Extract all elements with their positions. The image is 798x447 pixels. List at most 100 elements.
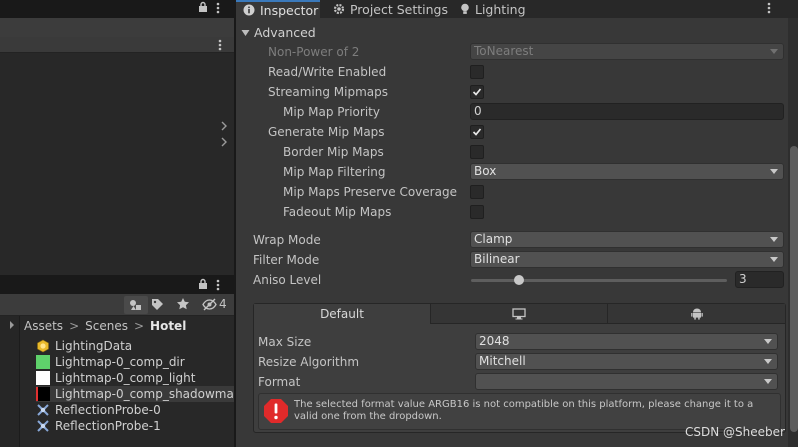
tab-label: Inspector xyxy=(260,2,319,18)
label-filter-icon[interactable] xyxy=(151,298,164,311)
filter-mode-label: Filter Mode xyxy=(253,253,320,267)
chevron-right-icon[interactable] xyxy=(9,321,15,329)
border-mip-maps-checkbox[interactable] xyxy=(470,145,484,159)
mip-map-priority-field[interactable]: 0 xyxy=(470,103,784,120)
tab-label: Lighting xyxy=(475,1,526,17)
section-title[interactable]: Advanced xyxy=(254,25,316,40)
watermark-text: CSDN @Sheeber xyxy=(685,425,785,439)
tab-lighting[interactable]: Lighting xyxy=(460,0,530,18)
info-icon xyxy=(243,4,255,16)
lock-icon[interactable] xyxy=(198,1,208,13)
file-item[interactable]: ReflectionProbe-0 xyxy=(36,402,234,418)
aniso-level-slider-knob[interactable] xyxy=(514,275,524,285)
file-item[interactable]: Lightmap-0_comp_light xyxy=(36,370,234,386)
project-folder-tree xyxy=(0,316,20,447)
warning-message: The selected format value ARGB16 is not … xyxy=(294,399,754,422)
platform-tab-label: Default xyxy=(320,307,364,321)
breadcrumb-item-current[interactable]: Hotel xyxy=(150,319,186,333)
scrollbar-thumb[interactable] xyxy=(790,146,798,432)
file-item-label: LightingData xyxy=(55,339,133,353)
chevron-down-icon xyxy=(770,169,778,174)
monitor-icon xyxy=(512,307,526,319)
reflection-probe-icon xyxy=(37,404,49,416)
generate-mip-maps-label: Generate Mip Maps xyxy=(268,125,385,139)
tab-label: Project Settings xyxy=(349,1,448,17)
lightbulb-icon xyxy=(461,3,469,14)
read-write-checkbox[interactable] xyxy=(470,65,484,79)
file-item-label: Lightmap-0_comp_shadowmask xyxy=(55,387,234,401)
android-icon xyxy=(690,308,703,320)
chevron-down-icon xyxy=(770,237,778,242)
kebab-menu-icon[interactable] xyxy=(216,2,220,14)
max-size-dropdown[interactable]: 2048 xyxy=(475,333,778,350)
file-item[interactable]: ReflectionProbe-1 xyxy=(36,418,234,434)
platform-tab-default[interactable]: Default xyxy=(254,304,431,324)
wrap-mode-label: Wrap Mode xyxy=(253,233,321,247)
platform-tab-standalone[interactable] xyxy=(431,304,608,324)
non-power-of-2-label: Non-Power of 2 xyxy=(268,45,360,59)
hierarchy-header-bar xyxy=(0,37,234,53)
border-mip-maps-label: Border Mip Maps xyxy=(283,145,384,159)
preserve-coverage-label: Mip Maps Preserve Coverage xyxy=(283,185,457,199)
eye-slash-icon xyxy=(202,298,217,310)
streaming-mipmaps-label: Streaming Mipmaps xyxy=(268,85,389,99)
texture-black-icon xyxy=(36,387,50,401)
aniso-level-slider-track[interactable] xyxy=(471,279,727,282)
file-item-label: ReflectionProbe-1 xyxy=(55,419,161,433)
tab-project-settings[interactable]: Project Settings xyxy=(333,0,448,18)
file-item-selected[interactable]: Lightmap-0_comp_shadowmask xyxy=(36,386,234,402)
breadcrumb-item[interactable]: Assets xyxy=(24,319,63,333)
platform-tab-android[interactable] xyxy=(608,304,785,324)
aniso-level-label: Aniso Level xyxy=(253,273,322,287)
file-item-label: Lightmap-0_comp_dir xyxy=(55,355,185,369)
lock-icon[interactable] xyxy=(198,278,208,290)
mip-map-filtering-dropdown[interactable]: Box xyxy=(470,163,784,180)
hidden-packages-toggle[interactable]: 4 xyxy=(202,297,227,311)
chevron-down-icon xyxy=(764,339,772,344)
reflection-probe-icon xyxy=(37,420,49,432)
mip-map-filtering-label: Mip Map Filtering xyxy=(283,165,386,179)
chevron-right-icon[interactable] xyxy=(221,137,228,147)
tab-inspector[interactable]: Inspector xyxy=(236,0,320,18)
streaming-mipmaps-checkbox[interactable] xyxy=(470,85,484,99)
kebab-menu-icon[interactable] xyxy=(218,39,222,51)
kebab-menu-icon[interactable] xyxy=(767,2,771,14)
format-label: Format xyxy=(258,375,301,389)
lighting-data-icon xyxy=(37,339,49,353)
filter-mode-dropdown[interactable]: Bilinear xyxy=(470,251,784,268)
wrap-mode-dropdown[interactable]: Clamp xyxy=(470,231,784,248)
hierarchy-content xyxy=(0,53,234,275)
hierarchy-toolbar xyxy=(0,18,234,38)
file-item[interactable]: Lightmap-0_comp_dir xyxy=(36,354,234,370)
file-item-label: ReflectionProbe-0 xyxy=(55,403,161,417)
resize-algorithm-label: Resize Algorithm xyxy=(258,355,360,369)
read-write-label: Read/Write Enabled xyxy=(268,65,387,79)
chevron-right-icon[interactable] xyxy=(221,121,228,131)
fadeout-mip-maps-label: Fadeout Mip Maps xyxy=(283,205,392,219)
breadcrumb-separator-icon: > xyxy=(133,319,145,333)
project-toolbar xyxy=(0,294,234,316)
max-size-label: Max Size xyxy=(258,335,312,349)
hidden-count: 4 xyxy=(219,297,227,311)
generate-mip-maps-checkbox[interactable] xyxy=(470,125,484,139)
chevron-down-icon xyxy=(770,49,778,54)
foldout-arrow-icon[interactable] xyxy=(241,29,250,37)
format-dropdown[interactable] xyxy=(475,373,778,390)
aniso-level-field[interactable]: 3 xyxy=(735,271,784,288)
chevron-down-icon xyxy=(764,359,772,364)
breadcrumb-separator-icon: > xyxy=(69,319,80,333)
search-by-type-button[interactable] xyxy=(124,296,148,314)
texture-green-icon xyxy=(36,355,50,369)
file-item[interactable]: LightingData xyxy=(36,338,234,354)
resize-algorithm-dropdown[interactable]: Mitchell xyxy=(475,353,778,370)
star-icon[interactable] xyxy=(176,297,190,311)
non-power-of-2-dropdown[interactable]: ToNearest xyxy=(470,43,784,60)
kebab-menu-icon[interactable] xyxy=(216,279,220,291)
gear-icon xyxy=(333,3,345,15)
breadcrumb-item[interactable]: Scenes xyxy=(85,319,128,333)
preserve-coverage-checkbox[interactable] xyxy=(470,185,484,199)
fadeout-mip-maps-checkbox[interactable] xyxy=(470,205,484,219)
checkmark-icon xyxy=(472,128,482,136)
chevron-down-icon xyxy=(770,257,778,262)
mip-map-priority-label: Mip Map Priority xyxy=(283,105,380,119)
